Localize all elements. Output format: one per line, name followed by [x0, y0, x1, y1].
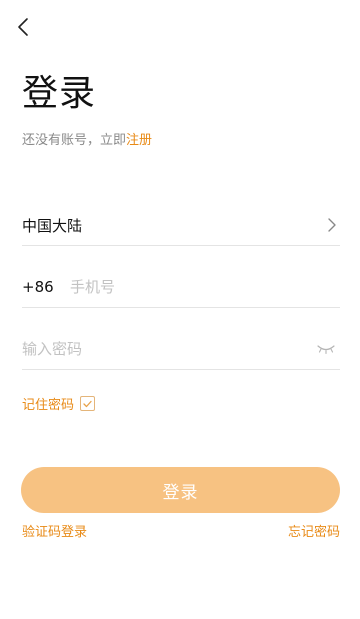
region-selector[interactable]: 中国大陆 — [22, 205, 340, 246]
country-code[interactable]: +86 — [22, 278, 70, 296]
chevron-right-icon — [328, 218, 336, 232]
checkmark-icon — [83, 400, 92, 407]
remember-password-checkbox[interactable] — [80, 396, 96, 411]
register-prompt: 还没有账号，立即注册 — [22, 129, 152, 148]
login-button[interactable]: 登录 — [21, 467, 340, 513]
remember-password[interactable]: 记住密码 — [22, 394, 96, 413]
password-input[interactable] — [22, 329, 316, 369]
page-title: 登录 — [22, 73, 97, 114]
register-link[interactable]: 注册 — [126, 133, 152, 148]
password-row — [22, 329, 340, 370]
remember-password-label: 记住密码 — [22, 398, 75, 413]
eye-closed-icon[interactable] — [316, 343, 336, 355]
phone-row: +86 — [22, 267, 340, 308]
register-prompt-text: 还没有账号，立即 — [22, 133, 127, 148]
phone-input[interactable] — [70, 267, 340, 307]
back-button[interactable] — [12, 14, 34, 40]
sms-login-link[interactable]: 验证码登录 — [22, 521, 87, 540]
forgot-password-link[interactable]: 忘记密码 — [288, 521, 340, 540]
region-value: 中国大陆 — [22, 216, 83, 235]
chevron-left-icon — [18, 18, 28, 36]
